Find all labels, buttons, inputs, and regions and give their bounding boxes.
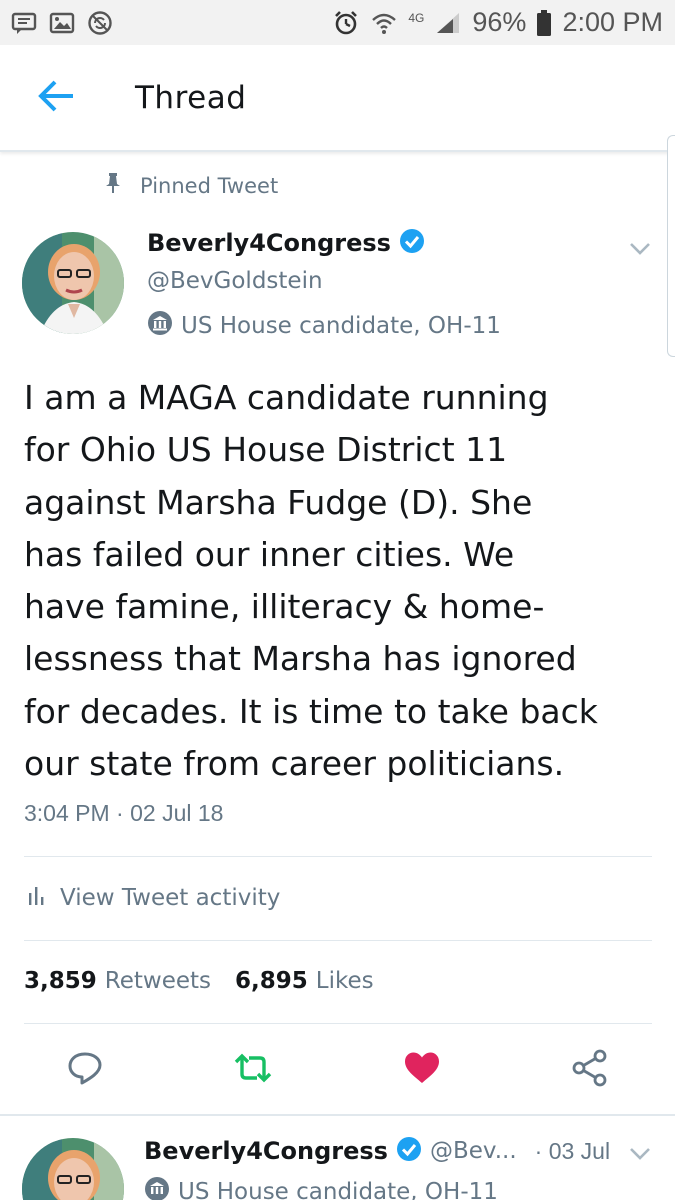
likes-label[interactable]: Likes: [316, 968, 374, 994]
likes-count[interactable]: 6,895: [235, 968, 308, 994]
alarm-icon: [332, 10, 360, 36]
scroll-handle[interactable]: [667, 135, 675, 357]
arrow-left-icon: [37, 79, 77, 117]
status-left-icons: [10, 10, 114, 36]
tweet-text-line: I am a MAGA candidate running: [24, 378, 549, 417]
page-title: Thread: [135, 79, 247, 116]
author-handle[interactable]: @Bev...: [430, 1138, 517, 1164]
tweet-text-line: has failed our inner cities. We: [24, 534, 515, 574]
engagement-stats: 3,859 Retweets 6,895 Likes: [24, 968, 398, 994]
bar-chart-icon: [28, 884, 46, 912]
tweet-text-line: against Marsha Fudge (D). She: [24, 482, 533, 522]
tweet-text-line: our state from career politicians.: [24, 744, 565, 784]
tweet-menu-button[interactable]: [627, 240, 653, 260]
battery-icon: [536, 9, 552, 36]
wifi-icon: [370, 10, 398, 36]
like-icon: [403, 1051, 441, 1089]
author-handle[interactable]: @BevGoldstein: [147, 268, 323, 294]
status-bar: 4G 96% 2:00 PM: [0, 0, 675, 45]
candidate-label: US House candidate, OH-11: [144, 1176, 498, 1200]
battery-percent: 96%: [472, 7, 527, 37]
government-icon: [144, 1176, 170, 1200]
tweet-text-line: have famine, illiteracy & home-: [24, 587, 545, 627]
signal-icon: [434, 10, 462, 36]
tweet-actions: [0, 1045, 675, 1095]
avatar[interactable]: [22, 1138, 124, 1200]
tweet-timestamp: 3:04 PM · 02 Jul 18: [24, 800, 224, 826]
message-icon: [10, 10, 38, 36]
candidate-label-text: US House candidate, OH-11: [181, 313, 501, 339]
next-tweet-author-row[interactable]: Beverly4Congress @Bev... · 03 Jul: [144, 1136, 610, 1166]
reply-button[interactable]: [60, 1045, 110, 1095]
pinned-label: Pinned Tweet: [140, 173, 279, 198]
retweet-icon: [233, 1052, 273, 1088]
tweet-separator: [0, 1114, 675, 1116]
pinned-indicator: Pinned Tweet: [104, 172, 278, 199]
government-icon: [147, 310, 173, 342]
retweets-count[interactable]: 3,859: [24, 968, 97, 994]
candidate-label-text: US House candidate, OH-11: [178, 1179, 498, 1200]
share-icon: [572, 1049, 608, 1091]
network-type: 4G: [408, 10, 425, 25]
display-name[interactable]: Beverly4Congress: [144, 1137, 388, 1165]
divider: [24, 856, 652, 857]
image-icon: [48, 10, 76, 36]
app-header: Thread: [0, 45, 675, 152]
chevron-down-icon: [629, 241, 651, 260]
divider: [24, 940, 652, 941]
activity-label: View Tweet activity: [60, 885, 281, 911]
avatar[interactable]: [22, 232, 124, 334]
tweet-date: · 03 Jul: [534, 1137, 611, 1164]
tweet-menu-button[interactable]: [627, 1145, 653, 1165]
tweet-text-line: for decades. It is time to take back: [24, 691, 598, 731]
verified-badge-icon: [396, 1136, 422, 1166]
pin-icon: [104, 172, 122, 199]
verified-badge-icon: [399, 228, 425, 258]
tweet-text: I am a MAGA candidate running for Ohio U…: [24, 372, 654, 790]
tweet-text-line: for Ohio US House District 11: [24, 430, 508, 470]
display-name[interactable]: Beverly4Congress: [147, 229, 391, 257]
tweet-text-line: lessness that Marsha has ignored: [24, 639, 577, 679]
candidate-label: US House candidate, OH-11: [147, 310, 501, 342]
view-tweet-activity-link[interactable]: View Tweet activity: [28, 884, 280, 912]
reply-icon: [67, 1050, 103, 1090]
retweet-button[interactable]: [228, 1045, 278, 1095]
share-button[interactable]: [565, 1045, 615, 1095]
divider: [24, 1023, 652, 1024]
sync-icon: [86, 10, 114, 36]
back-button[interactable]: [27, 68, 87, 128]
like-button[interactable]: [397, 1045, 447, 1095]
author-name-row[interactable]: Beverly4Congress: [147, 228, 425, 258]
status-right-icons: 4G 96% 2:00 PM: [332, 7, 663, 38]
clock: 2:00 PM: [562, 7, 663, 37]
chevron-down-icon: [629, 1146, 651, 1165]
retweets-label[interactable]: Retweets: [105, 968, 211, 994]
